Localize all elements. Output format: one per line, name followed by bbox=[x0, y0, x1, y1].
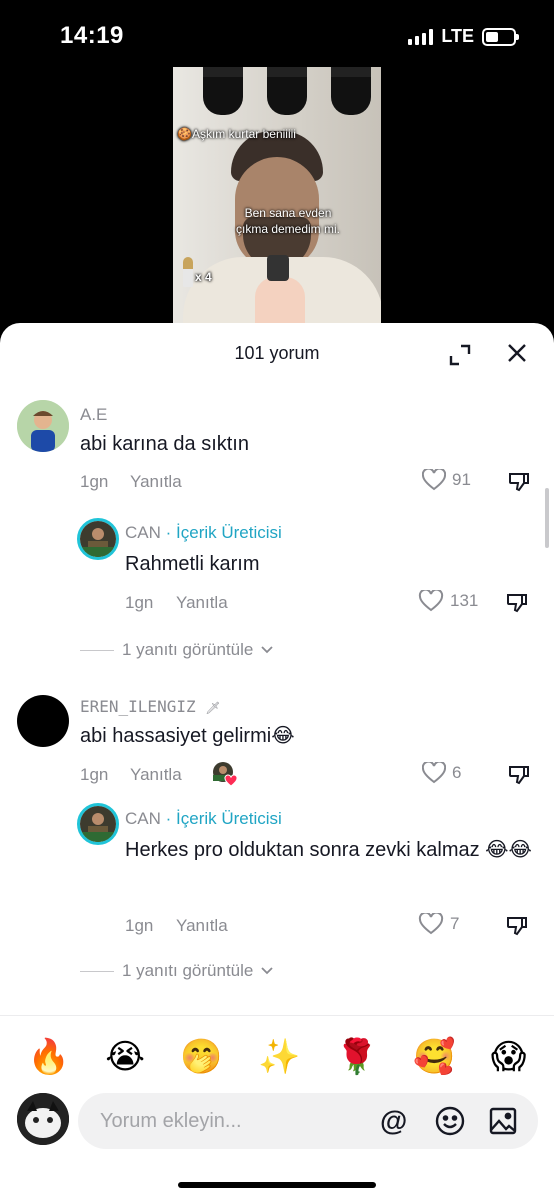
reply-button[interactable]: Yanıtla bbox=[130, 765, 182, 785]
like-count: 7 bbox=[450, 914, 460, 933]
chevron-down-icon bbox=[261, 646, 274, 654]
reply-button[interactable]: Yanıtla bbox=[130, 472, 182, 492]
emoji-rose[interactable]: 🌹 bbox=[336, 1037, 378, 1077]
reply-time: 1gn bbox=[125, 916, 154, 935]
heart-icon bbox=[418, 590, 444, 612]
comment-text: abi karına da sıktın bbox=[80, 433, 249, 455]
heart-icon bbox=[418, 913, 444, 935]
view-replies-label: 1 yanıtı görüntüle bbox=[122, 640, 254, 659]
comment-input-row: @ bbox=[0, 1093, 554, 1153]
comment-list[interactable]: A.E abi karına da sıktın 1gn Yanıtla 91 … bbox=[0, 383, 554, 1013]
emoji-hand-over-mouth[interactable]: 🤭 bbox=[180, 1037, 222, 1077]
knife-icon: 🗡 bbox=[205, 701, 221, 715]
like-count: 131 bbox=[450, 591, 479, 610]
like-button[interactable]: 7 bbox=[418, 913, 459, 935]
video-player[interactable]: 🍪Aşkım kurtar beniiiii Ben sana evden çı… bbox=[173, 67, 381, 325]
close-icon[interactable] bbox=[505, 341, 529, 365]
creator-badge: · İçerik Üreticisi bbox=[160, 809, 282, 828]
battery-icon bbox=[482, 27, 519, 46]
decorative-figures bbox=[193, 67, 381, 117]
emoji-picker-icon[interactable] bbox=[434, 1105, 466, 1137]
home-indicator[interactable] bbox=[178, 1182, 376, 1188]
comment-username[interactable]: A.E bbox=[80, 405, 107, 425]
like-count: 91 bbox=[452, 470, 471, 489]
reply-text: Rahmetli karım bbox=[125, 553, 260, 575]
status-bar: 14:19 LTE bbox=[0, 0, 554, 66]
video-caption-top: 🍪Aşkım kurtar beniiiii bbox=[177, 127, 296, 141]
comment-username[interactable]: EREN_ILENGIZ 🗡 bbox=[80, 697, 220, 716]
comment-time: 1gn bbox=[80, 765, 109, 784]
reply-username[interactable]: CAN · İçerik Üreticisi bbox=[125, 809, 282, 829]
user-avatar[interactable] bbox=[17, 1093, 69, 1145]
comment-input-container: @ bbox=[78, 1093, 538, 1149]
creator-badge: · İçerik Üreticisi bbox=[160, 523, 282, 542]
comment-text: abi hassasiyet gelirmi😂 bbox=[80, 725, 295, 747]
image-upload-icon[interactable] bbox=[488, 1106, 518, 1136]
network-label: LTE bbox=[441, 26, 474, 46]
avatar[interactable] bbox=[17, 695, 69, 747]
sheet-header: 101 yorum bbox=[0, 323, 554, 383]
dislike-icon[interactable] bbox=[507, 762, 531, 786]
reply-time: 1gn bbox=[125, 593, 154, 612]
like-button[interactable]: 131 bbox=[418, 590, 478, 612]
dislike-icon[interactable] bbox=[507, 469, 531, 493]
creator-avatar[interactable] bbox=[77, 518, 119, 560]
ammo-count: x 4 bbox=[195, 270, 212, 284]
view-replies-button[interactable]: 1 yanıtı görüntüle bbox=[80, 640, 274, 660]
reply-button[interactable]: Yanıtla bbox=[176, 916, 228, 936]
view-replies-label: 1 yanıtı görüntüle bbox=[122, 961, 254, 980]
like-button[interactable]: 6 bbox=[422, 762, 461, 784]
like-count: 6 bbox=[452, 763, 462, 782]
comments-sheet: 101 yorum A.E abi karına da sıktın 1gn Y… bbox=[0, 323, 554, 1200]
at-mention-icon[interactable]: @ bbox=[380, 1105, 407, 1137]
creator-liked-badge bbox=[212, 761, 238, 787]
avatar[interactable] bbox=[17, 400, 69, 452]
video-caption-middle: Ben sana evden çıkma demedim mi. bbox=[235, 206, 341, 236]
emoji-crying[interactable]: 😭 bbox=[105, 1037, 145, 1077]
heart-icon bbox=[422, 469, 446, 491]
view-replies-button[interactable]: 1 yanıtı görüntüle bbox=[80, 961, 274, 981]
emoji-smiling-hearts[interactable]: 🥰 bbox=[413, 1037, 455, 1077]
reply-text: Herkes pro olduktan sonra zevki kalmaz 😂… bbox=[125, 839, 532, 861]
chevron-down-icon bbox=[261, 967, 274, 975]
heart-icon bbox=[422, 762, 446, 784]
bullet-icon bbox=[183, 257, 193, 287]
emoji-sparkles[interactable]: ✨ bbox=[258, 1037, 300, 1077]
signal-icon bbox=[408, 28, 434, 45]
like-button[interactable]: 91 bbox=[422, 469, 471, 491]
status-icons: LTE bbox=[408, 26, 519, 47]
status-time: 14:19 bbox=[60, 22, 124, 49]
emoji-fire[interactable]: 🔥 bbox=[28, 1037, 70, 1077]
creator-avatar[interactable] bbox=[77, 803, 119, 845]
emoji-quick-bar: 🔥 😭 🤭 ✨ 🌹 🥰 😱 bbox=[0, 1015, 554, 1097]
scrollbar[interactable] bbox=[545, 488, 549, 548]
gun-icon bbox=[267, 255, 289, 281]
dislike-icon[interactable] bbox=[505, 913, 529, 937]
comment-time: 1gn bbox=[80, 472, 109, 491]
dislike-icon[interactable] bbox=[505, 590, 529, 614]
emoji-screaming[interactable]: 😱 bbox=[491, 1037, 526, 1077]
comment-input[interactable] bbox=[100, 1105, 370, 1137]
reply-button[interactable]: Yanıtla bbox=[176, 593, 228, 613]
expand-icon[interactable] bbox=[448, 343, 472, 367]
reply-username[interactable]: CAN · İçerik Üreticisi bbox=[125, 523, 282, 543]
